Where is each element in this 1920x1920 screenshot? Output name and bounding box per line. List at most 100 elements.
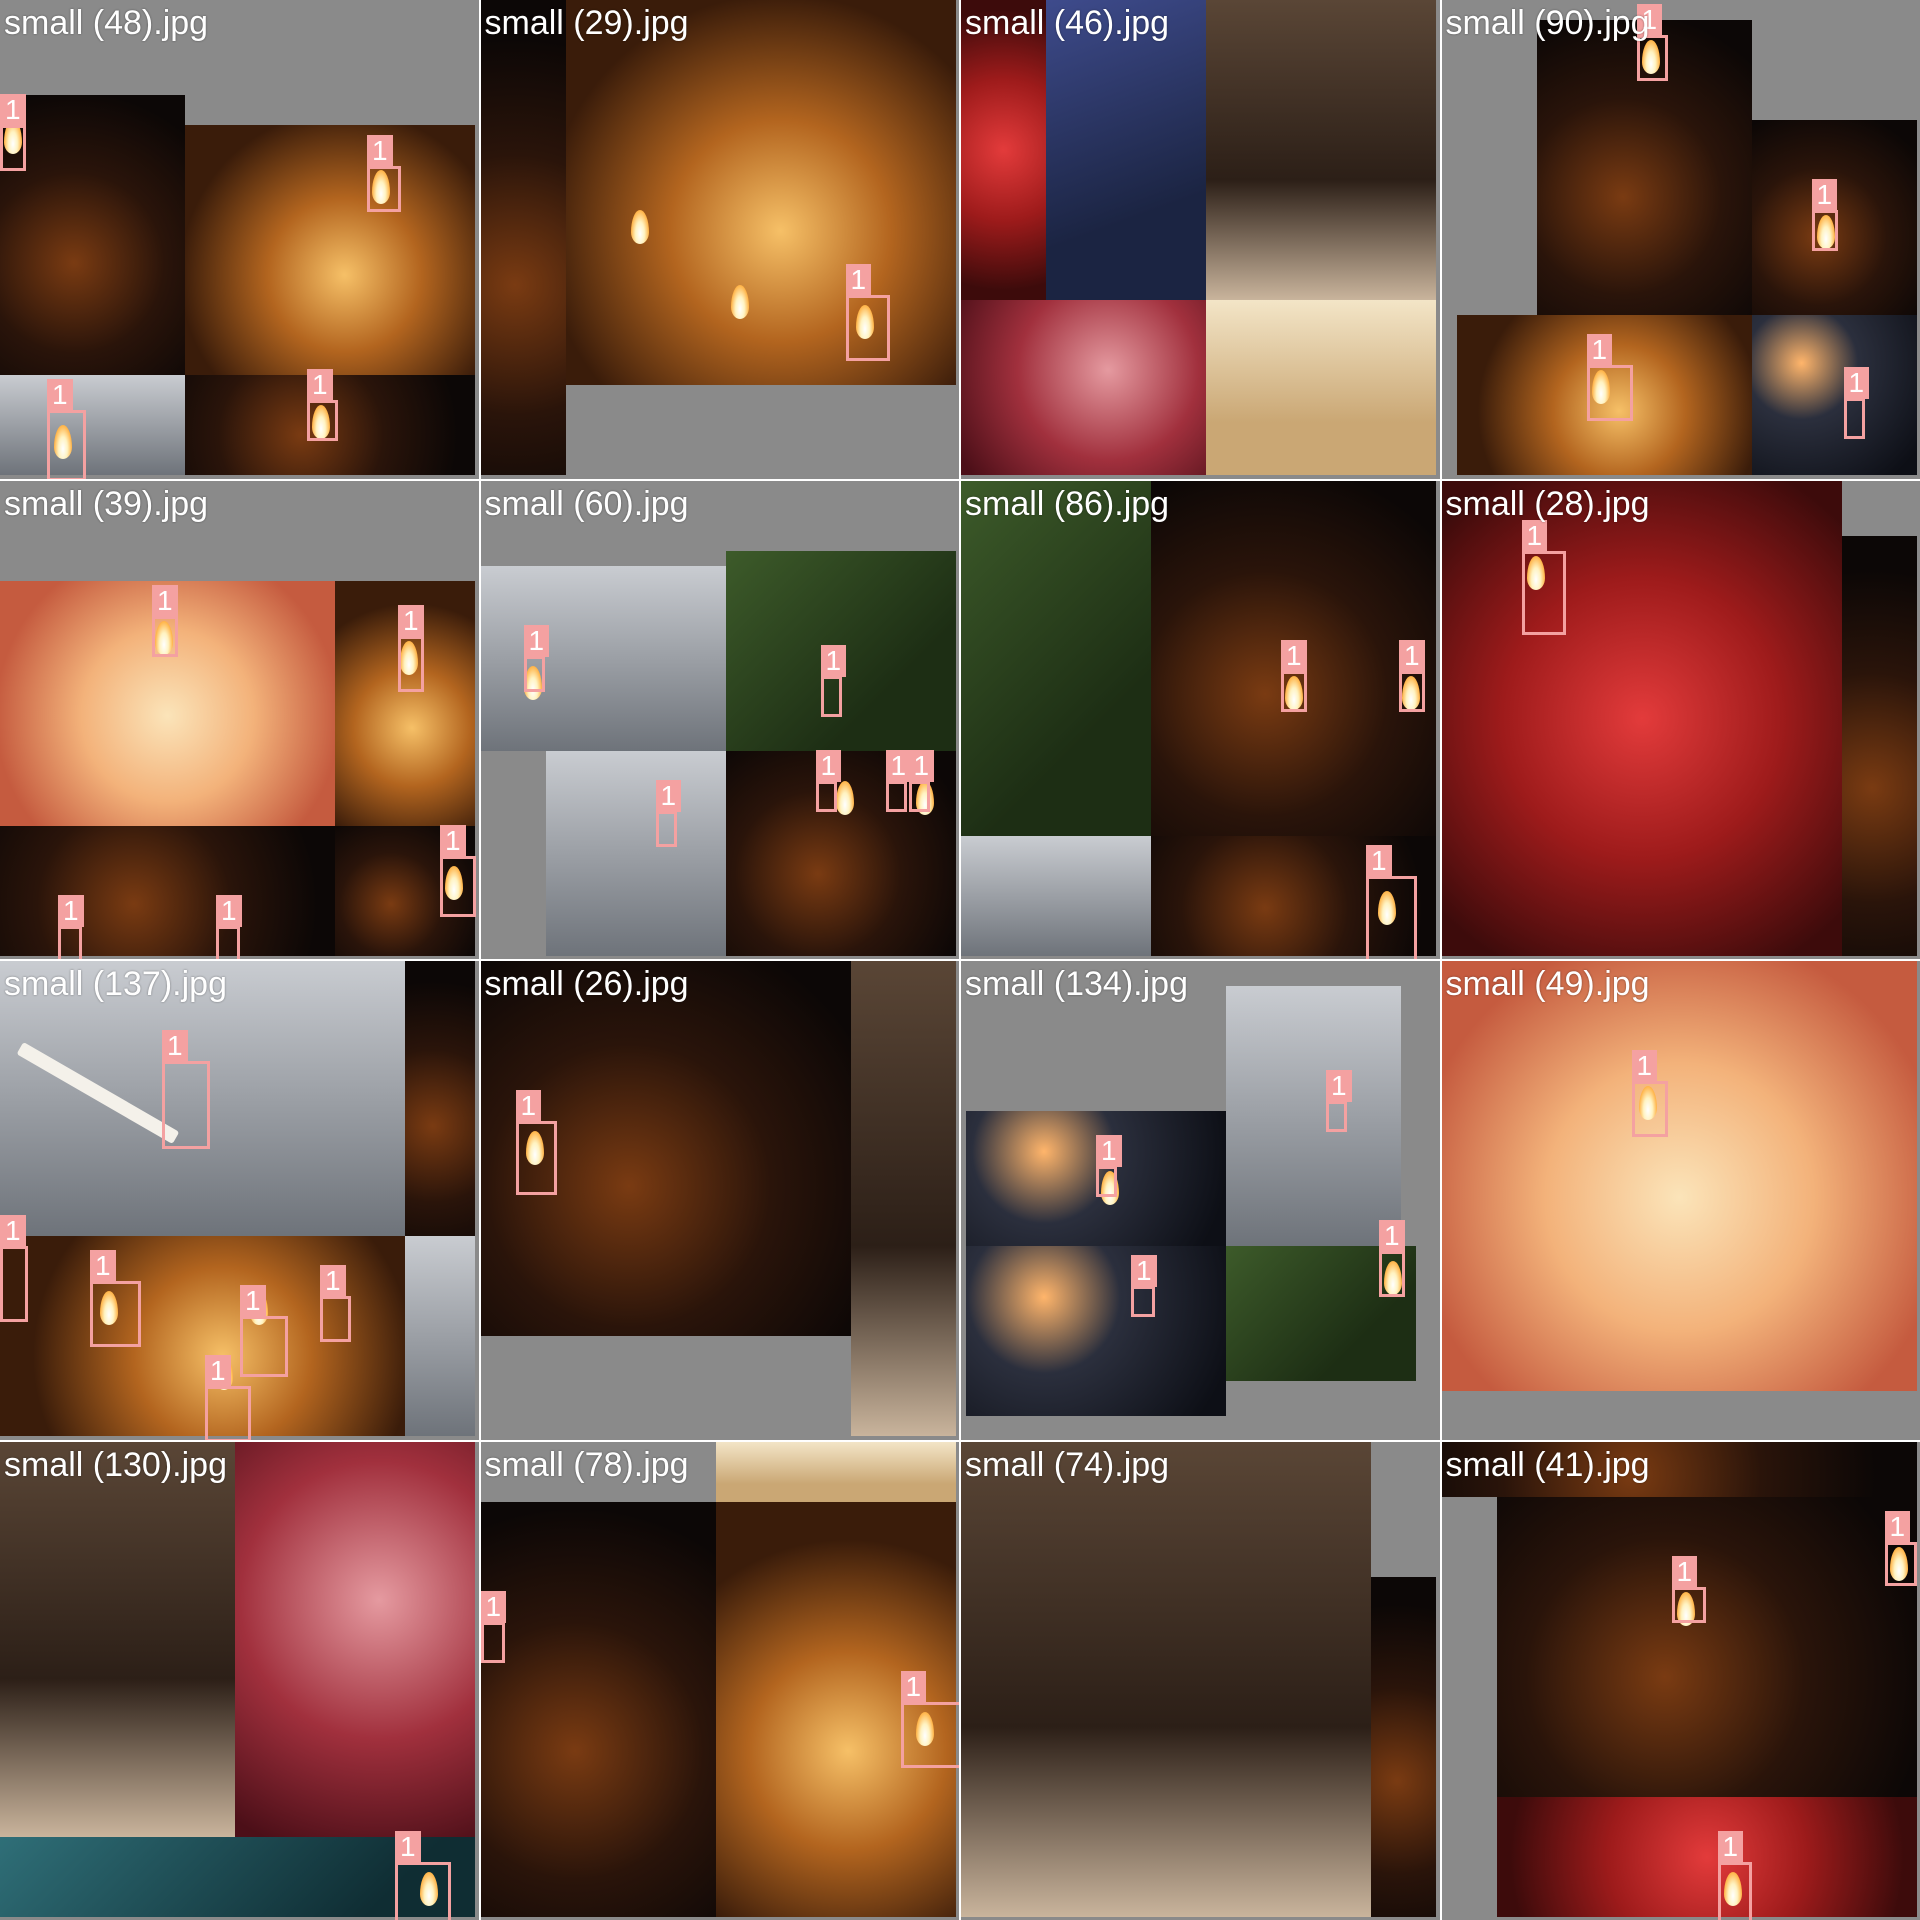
photo-light-wall — [405, 1236, 475, 1436]
detection-label: 1 — [440, 824, 466, 857]
detection-box: 1 — [815, 749, 842, 812]
detection-box: 1 — [523, 624, 550, 692]
detection-box: 1 — [655, 779, 682, 847]
detection-label: 1 — [655, 779, 682, 812]
detection-label: 1 — [1366, 844, 1392, 877]
detection-box: 1 — [320, 1265, 351, 1342]
tile-title: small (60).jpg — [484, 484, 689, 523]
detection-label: 1 — [1586, 334, 1613, 366]
photo-open-book — [1206, 300, 1436, 475]
mosaic-tile: small (49).jpg 1 — [1441, 961, 1920, 1440]
detection-label: 1 — [1131, 1255, 1157, 1287]
photo-candle-dark — [0, 95, 185, 375]
detection-label: 1 — [367, 135, 393, 167]
detection-label: 1 — [523, 624, 550, 657]
detection-box: 1 — [1631, 1050, 1668, 1137]
flame-icon — [630, 210, 649, 244]
detection-label: 1 — [1521, 519, 1548, 552]
detection-box: 1 — [820, 644, 847, 717]
detection-label: 1 — [1631, 1050, 1658, 1082]
detection-label: 1 — [908, 749, 935, 782]
photo-candle-light — [0, 375, 185, 475]
detection-box: 1 — [307, 369, 338, 441]
tile-title: small (90).jpg — [1445, 4, 1650, 42]
detection-box: 1 — [398, 604, 424, 692]
tile-title: small (78).jpg — [484, 1445, 689, 1484]
photo-flower — [961, 300, 1206, 475]
tile-title: small (134).jpg — [965, 965, 1188, 1003]
mosaic-tile: small (86).jpg 1 1 1 — [961, 480, 1440, 959]
photo-flowers-vase — [961, 835, 1151, 956]
tile-title: small (48).jpg — [4, 4, 209, 42]
detection-box: 1 — [367, 135, 401, 212]
photo-dark-edge — [480, 0, 566, 475]
mosaic-tile: small (46).jpg — [961, 0, 1440, 479]
detection-box: 1 — [480, 1590, 507, 1663]
detection-label: 1 — [1096, 1135, 1122, 1167]
photo-woman-lighter — [480, 565, 726, 751]
mosaic-grid: small (48).jpg 1 1 1 1 small (29).jpg 1 … — [0, 0, 1920, 1920]
photo-bible-candle — [185, 125, 475, 375]
detection-label: 1 — [1843, 367, 1870, 399]
tile-title: small (74).jpg — [965, 1445, 1170, 1484]
detection-label: 1 — [0, 94, 26, 126]
tile-title: small (49).jpg — [1445, 965, 1650, 1003]
tile-title: small (137).jpg — [4, 965, 227, 1003]
detection-label: 1 — [1717, 1830, 1744, 1863]
detection-label: 1 — [1811, 179, 1838, 211]
photo-rose-petals — [235, 1441, 475, 1837]
tile-title: small (130).jpg — [4, 1445, 227, 1484]
photo-tealights — [565, 0, 956, 385]
tile-title: small (86).jpg — [965, 484, 1170, 523]
mosaic-tile: small (134).jpg 1 1 1 1 — [961, 961, 1440, 1440]
mosaic-tile: small (130).jpg 1 — [0, 1441, 479, 1920]
detection-box: 1 — [58, 894, 84, 959]
detection-box: 1 — [1281, 639, 1307, 712]
detection-label: 1 — [845, 264, 872, 296]
detection-label: 1 — [58, 894, 84, 927]
detection-label: 1 — [395, 1830, 421, 1863]
photo-night-smoker — [966, 1246, 1226, 1416]
tile-title: small (26).jpg — [484, 965, 689, 1003]
tile-title: small (28).jpg — [1445, 484, 1650, 523]
photo-red-bowl-candle — [1496, 1796, 1917, 1917]
detection-label: 1 — [90, 1250, 116, 1282]
photo-wooden-door — [0, 1441, 235, 1837]
detection-box: 1 — [845, 264, 890, 361]
detection-label: 1 — [1671, 1555, 1698, 1588]
detection-label: 1 — [1379, 1220, 1405, 1252]
detection-box: 1 — [205, 1355, 251, 1440]
detection-box: 1 — [885, 749, 912, 812]
detection-box: 1 — [1717, 1830, 1752, 1920]
detection-label: 1 — [216, 894, 242, 927]
mosaic-tile: small (28).jpg 1 — [1441, 480, 1920, 959]
detection-label: 1 — [307, 369, 333, 401]
detection-box: 1 — [395, 1830, 451, 1920]
mosaic-tile: small (41).jpg 1 1 1 — [1441, 1441, 1920, 1920]
mosaic-tile: small (48).jpg 1 1 1 1 — [0, 0, 479, 479]
photo-brown-strip — [850, 961, 956, 1436]
mosaic-tile: small (137).jpg 1 1 1 1 1 1 — [0, 961, 479, 1440]
detection-box: 1 — [162, 1030, 210, 1149]
detection-box: 1 — [0, 1215, 28, 1322]
photo-dark-strip — [1371, 1576, 1436, 1917]
detection-box: 1 — [515, 1090, 557, 1195]
detection-label: 1 — [1399, 639, 1425, 672]
photo-red-candle-pinecone — [1441, 480, 1842, 956]
detection-box: 1 — [1326, 1070, 1352, 1132]
photo-blurred-candle-flower — [1441, 961, 1917, 1391]
detection-label: 1 — [885, 749, 912, 782]
detection-label: 1 — [480, 1590, 507, 1623]
detection-label: 1 — [1326, 1070, 1352, 1102]
detection-box: 1 — [1379, 1220, 1405, 1297]
detection-label: 1 — [205, 1355, 231, 1387]
photo-dark-wood — [405, 961, 475, 1236]
photo-light-top — [715, 1441, 956, 1502]
detection-box: 1 — [216, 894, 242, 959]
detection-label: 1 — [320, 1265, 346, 1297]
mosaic-tile: small (78).jpg 1 1 — [480, 1441, 959, 1920]
photo-hurricane-candle — [1496, 1496, 1917, 1797]
mosaic-tile: small (60).jpg 1 1 1 1 1 1 — [480, 480, 959, 959]
photo-dark-flowers — [480, 1501, 716, 1917]
tile-title: small (29).jpg — [484, 4, 689, 42]
